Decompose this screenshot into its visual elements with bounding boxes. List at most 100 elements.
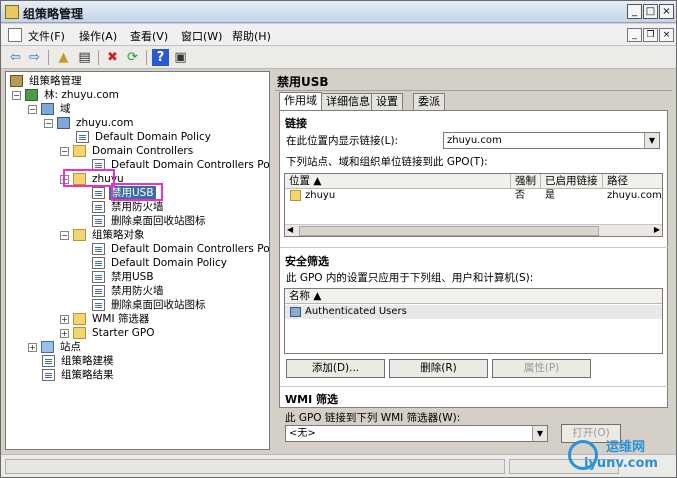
chevron-down-icon[interactable]: ▼ (532, 426, 547, 441)
collapse-toggle[interactable]: − (44, 119, 53, 128)
ou-icon (290, 190, 301, 201)
cell-path: zhuyu.com/z (607, 190, 662, 201)
scroll-left-icon[interactable]: ◀ (287, 225, 293, 234)
menu-action[interactable]: 操作(A) (79, 28, 117, 44)
scroll-right-icon[interactable]: ▶ (654, 225, 660, 234)
scrollbar-thumb[interactable] (299, 226, 599, 236)
gpo-link-icon (92, 187, 105, 199)
column-header-name[interactable]: 名称 ▲ (285, 289, 662, 304)
column-header-path[interactable]: 路径 (603, 174, 662, 189)
document-icon[interactable] (8, 28, 22, 42)
delete-icon[interactable]: ✖ (104, 49, 121, 66)
close-button[interactable]: × (659, 4, 674, 19)
wmi-section-title: WMI 筛选 (285, 393, 339, 406)
tree-label: Default Domain Controllers Po (111, 159, 270, 171)
watermark-line1: 运维网 (606, 440, 646, 455)
properties-button[interactable]: 属性(P) (492, 359, 591, 378)
sort-up-icon: ▲ (313, 175, 322, 187)
gpmc-app-icon (5, 5, 19, 19)
tree-label: 组策略建模 (61, 355, 114, 367)
help-icon[interactable]: ? (152, 49, 169, 66)
toolbar-separator (98, 50, 99, 65)
column-header-location[interactable]: 位置 ▲ (285, 174, 511, 189)
cell-name: Authenticated Users (305, 306, 407, 317)
collapse-toggle[interactable]: − (60, 147, 69, 156)
collapse-toggle[interactable]: − (12, 91, 21, 100)
folder-icon (73, 313, 86, 325)
cell-link-enabled: 是 (545, 190, 555, 201)
tab-delegation[interactable]: 委派 (413, 93, 445, 110)
expand-toggle[interactable]: + (60, 329, 69, 338)
toolbar-separator (48, 50, 49, 65)
expand-toggle[interactable]: + (60, 315, 69, 324)
forest-icon (25, 89, 38, 101)
tree-label: 禁用防火墙 (111, 201, 164, 213)
properties-icon[interactable]: ▣ (172, 49, 189, 66)
gpmc-root-icon (10, 75, 23, 87)
users-group-icon (290, 307, 301, 317)
chevron-down-icon[interactable]: ▼ (644, 133, 659, 148)
table-row[interactable]: Authenticated Users (285, 305, 662, 319)
tab-details[interactable]: 详细信息 (321, 93, 375, 110)
column-label: 名称 (289, 290, 310, 302)
tab-settings[interactable]: 设置 (371, 93, 403, 110)
mdi-close-button[interactable]: × (659, 28, 674, 42)
domains-icon (41, 103, 54, 115)
tree-label: Starter GPO (92, 327, 155, 339)
gpo-link-icon (92, 201, 105, 213)
location-value: zhuyu.com (447, 135, 502, 146)
tree-label: 删除桌面回收站图标 (111, 299, 206, 311)
security-section-title: 安全筛选 (285, 255, 329, 268)
annotation-highlight (111, 183, 163, 201)
show-hide-tree-icon[interactable]: ▤ (76, 49, 93, 66)
mdi-restore-button[interactable]: ❐ (643, 28, 658, 42)
forward-icon[interactable]: ⇨ (26, 49, 43, 66)
tree-label: 禁用防火墙 (111, 285, 164, 297)
maximize-button[interactable]: □ (643, 4, 658, 19)
horizontal-scrollbar[interactable]: ◀ ▶ (285, 224, 662, 236)
remove-button[interactable]: 删除(R) (389, 359, 488, 378)
menu-window[interactable]: 窗口(W) (181, 28, 222, 44)
sort-up-icon: ▲ (313, 290, 322, 302)
wmi-filter-dropdown[interactable]: <无> ▼ (285, 425, 548, 442)
gpo-icon (92, 285, 105, 297)
back-icon[interactable]: ⇦ (7, 49, 24, 66)
sites-icon (41, 341, 54, 353)
tree-label: 站点 (60, 341, 81, 353)
tree-label: Default Domain Policy (95, 131, 211, 143)
section-divider (280, 386, 669, 387)
menu-file[interactable]: 文件(F) (28, 28, 65, 44)
tree-label: 删除桌面回收站图标 (111, 215, 206, 227)
gpo-icon (92, 243, 105, 255)
watermark: 运维网 iyunv.com (566, 436, 676, 478)
tree-label: 组策略对象 (92, 229, 145, 241)
collapse-toggle[interactable]: − (60, 231, 69, 240)
toolbar: ⇦ ⇨ ▲ ▤ ✖ ⟳ ? ▣ (1, 46, 676, 69)
column-label: 位置 (289, 175, 310, 187)
menu-view[interactable]: 查看(V) (130, 28, 168, 44)
minimize-button[interactable]: _ (627, 4, 642, 19)
tree-label: WMI 筛选器 (92, 313, 150, 325)
expand-toggle[interactable]: + (28, 343, 37, 352)
column-header-enforced[interactable]: 强制 (511, 174, 541, 189)
tree-label: Default Domain Policy (111, 257, 227, 269)
gpo-icon (92, 299, 105, 311)
linked-label: 下列站点、域和组织单位链接到此 GPO(T): (286, 156, 488, 168)
details-pane: 禁用USB 作用域 详细信息 设置 委派 链接 在此位置内显示链接(L): zh… (275, 71, 672, 450)
console-tree: 组策略管理 − 林: zhuyu.com − 域 − zhuyu.com Def… (5, 71, 270, 450)
mdi-minimize-button[interactable]: _ (627, 28, 642, 42)
column-header-link-enabled[interactable]: 已启用链接 (541, 174, 603, 189)
location-dropdown[interactable]: zhuyu.com ▼ (443, 132, 660, 149)
details-title: 禁用USB (277, 75, 329, 89)
up-icon[interactable]: ▲ (55, 49, 72, 66)
menu-help[interactable]: 帮助(H) (232, 28, 271, 44)
collapse-toggle[interactable]: − (28, 105, 37, 114)
tab-scope[interactable]: 作用域 (279, 92, 322, 111)
add-button[interactable]: 添加(D)... (286, 359, 385, 378)
gpo-icon (92, 271, 105, 283)
scope-tab-panel: 链接 在此位置内显示链接(L): zhuyu.com ▼ 下列站点、域和组织单位… (279, 110, 669, 408)
gpo-icon (92, 257, 105, 269)
refresh-icon[interactable]: ⟳ (124, 49, 141, 66)
toolbar-separator (146, 50, 147, 65)
gpo-link-icon (92, 215, 105, 227)
